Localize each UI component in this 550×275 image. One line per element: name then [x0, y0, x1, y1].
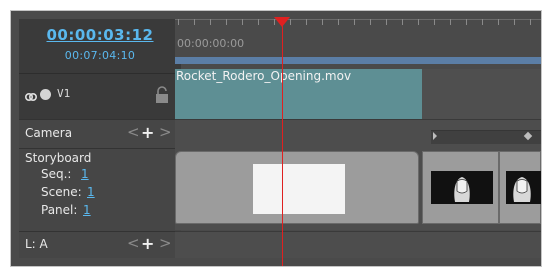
ruler-start-time: 00:00:00:00	[177, 37, 245, 50]
ruler-tick	[338, 19, 339, 25]
ruler-tick	[226, 19, 227, 25]
ruler-tick	[402, 19, 403, 25]
track-label-storyboard: Storyboard	[25, 151, 92, 165]
add-keyframe-button[interactable]: +	[141, 234, 154, 253]
panel-thumbnail	[506, 171, 541, 204]
ruler-tick	[322, 19, 323, 25]
record-dot-icon[interactable]	[40, 89, 51, 100]
camera-track[interactable]	[175, 119, 541, 148]
time-ruler[interactable]: 00:00:00:00	[175, 19, 541, 59]
clip-name: Rocket_Rodero_Opening.mov	[176, 69, 352, 83]
ruler-tick	[386, 19, 387, 25]
ruler-tick	[450, 19, 451, 25]
ruler-tick	[194, 19, 195, 25]
character-sketch-icon	[431, 171, 493, 204]
track-header-v1[interactable]: V1	[19, 73, 181, 119]
storyboard-panel[interactable]	[422, 151, 499, 224]
scene-label: Scene:	[41, 185, 82, 199]
current-timecode[interactable]: 00:00:03:12	[19, 26, 181, 44]
ruler-tick	[482, 19, 483, 25]
ruler-tick	[210, 19, 211, 25]
ruler-tick	[434, 19, 435, 25]
seq-link[interactable]: 1	[81, 167, 89, 181]
track-label-v1: V1	[57, 87, 71, 100]
panel-thumbnail-blank	[253, 164, 345, 214]
storyboard-panel[interactable]	[499, 151, 541, 224]
ruler-tick	[370, 19, 371, 25]
playhead-line[interactable]	[282, 19, 283, 266]
ruler-tick	[530, 19, 531, 25]
video-track-empty	[422, 69, 541, 119]
layer-a-track[interactable]	[175, 231, 541, 258]
scene-link[interactable]: 1	[87, 185, 95, 199]
ruler-tick	[514, 19, 515, 25]
ruler-tick	[498, 19, 499, 25]
lock-icon[interactable]	[154, 86, 170, 104]
storyboard-track[interactable]	[175, 148, 541, 230]
ruler-tick	[178, 19, 179, 25]
track-header-storyboard[interactable]: Storyboard Seq.: 1 Scene: 1 Panel: 1	[19, 148, 181, 231]
track-header-layer-a[interactable]: L: A < + >	[19, 231, 181, 258]
track-header-camera[interactable]: Camera < + >	[19, 119, 181, 148]
keyframe-marker-icon[interactable]	[433, 132, 437, 140]
visibility-toggle-icon[interactable]	[24, 88, 38, 102]
ruler-tick	[290, 19, 291, 25]
timecode-display: 00:00:03:12 00:07:04:10	[19, 19, 181, 73]
ruler-baseline	[175, 19, 541, 20]
playhead-handle-icon[interactable]	[274, 17, 290, 27]
ruler-tick	[418, 19, 419, 25]
prev-keyframe-button[interactable]: <	[127, 234, 140, 252]
ruler-tick	[306, 19, 307, 25]
timeline-scrollbar[interactable]	[175, 57, 541, 64]
add-keyframe-button[interactable]: +	[141, 123, 154, 142]
seq-label: Seq.:	[41, 167, 72, 181]
track-label-layer-a: L: A	[25, 237, 48, 251]
ruler-tick	[258, 19, 259, 25]
ruler-tick	[354, 19, 355, 25]
track-label-camera: Camera	[25, 126, 73, 140]
video-clip[interactable]: Rocket_Rodero_Opening.mov	[175, 69, 423, 119]
ruler-tick	[466, 19, 467, 25]
storyboard-panel[interactable]	[175, 151, 419, 224]
panel-link[interactable]: 1	[83, 203, 91, 217]
character-sketch-icon	[506, 171, 541, 204]
next-keyframe-button[interactable]: >	[159, 123, 172, 141]
panel-thumbnail	[431, 171, 493, 204]
next-keyframe-button[interactable]: >	[159, 234, 172, 252]
prev-keyframe-button[interactable]: <	[127, 123, 140, 141]
total-duration: 00:07:04:10	[64, 49, 136, 62]
panel-label: Panel:	[41, 203, 78, 217]
ruler-tick	[242, 19, 243, 25]
timeline-panel: 00:00:03:12 00:07:04:10 V1 Camera < + > …	[10, 10, 542, 267]
